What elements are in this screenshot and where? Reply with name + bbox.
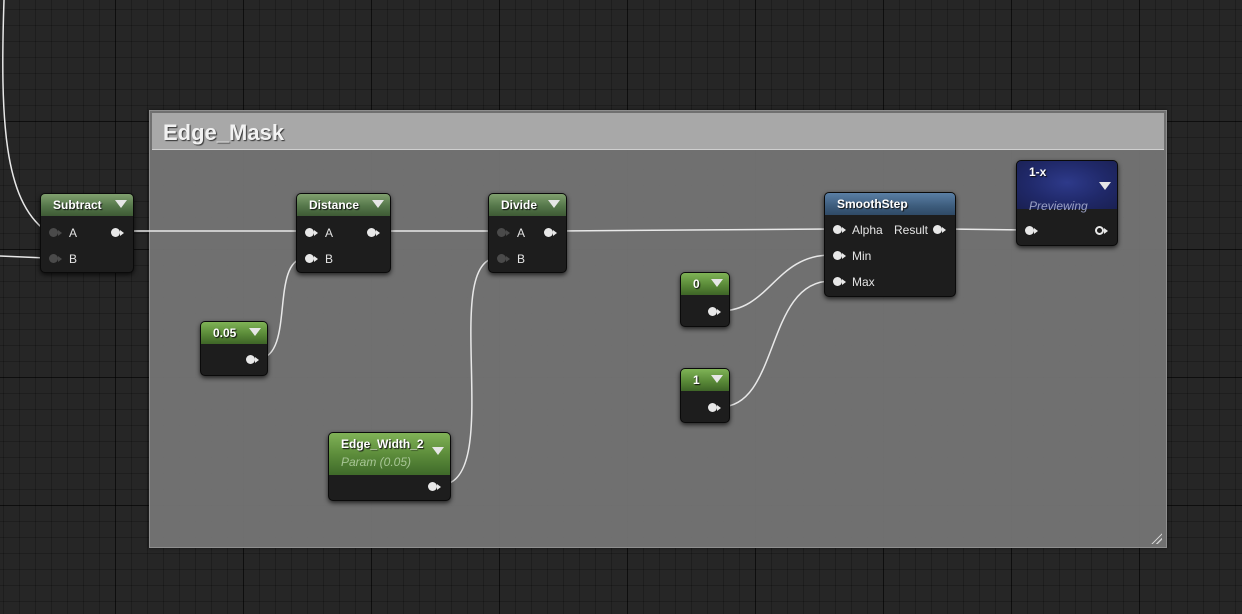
smoothstep-node[interactable]: SmoothStep Alpha Result Min Max — [824, 192, 956, 297]
pin-label-a: A — [325, 226, 334, 240]
constant-node-0-05[interactable]: 0.05 — [200, 321, 268, 376]
pin-label-b: B — [69, 252, 78, 266]
pin-label-alpha: Alpha — [852, 223, 883, 237]
output-pin-result[interactable] — [933, 225, 946, 235]
node-title: Subtract — [53, 198, 102, 212]
node-title: Edge_Width_2 — [341, 437, 424, 451]
chevron-down-icon[interactable] — [1099, 182, 1111, 190]
output-pin[interactable] — [544, 228, 557, 238]
node-title: Divide — [501, 198, 538, 212]
node-title: Distance — [309, 198, 360, 212]
node-title: 1 — [693, 373, 700, 387]
pin-label-a: A — [69, 226, 78, 240]
distance-node[interactable]: Distance A B — [296, 193, 391, 273]
chevron-down-icon[interactable] — [548, 200, 560, 208]
chevron-down-icon[interactable] — [249, 328, 261, 336]
pin-label-max: Max — [852, 275, 875, 289]
input-pin-a[interactable] — [497, 228, 510, 238]
comment-header[interactable]: Edge_Mask — [152, 113, 1164, 150]
input-pin[interactable] — [1025, 226, 1038, 236]
chevron-down-icon[interactable] — [372, 200, 384, 208]
constant-node-0[interactable]: 0 — [680, 272, 730, 327]
comment-box-edge-mask[interactable]: Edge_Mask — [149, 110, 1167, 548]
output-pin[interactable] — [708, 403, 721, 413]
output-pin[interactable] — [111, 228, 124, 238]
output-pin[interactable] — [708, 307, 721, 317]
pin-label-result: Result — [894, 223, 929, 237]
input-pin-a[interactable] — [305, 228, 318, 238]
chevron-down-icon[interactable] — [432, 447, 444, 455]
input-pin-max[interactable] — [833, 277, 846, 287]
chevron-down-icon[interactable] — [711, 279, 723, 287]
output-pin[interactable] — [246, 355, 259, 365]
previewing-label: Previewing — [1029, 199, 1088, 213]
node-title: 0 — [693, 277, 700, 291]
input-pin-b[interactable] — [49, 254, 62, 264]
input-pin-b[interactable] — [305, 254, 318, 264]
node-title: 1-x — [1029, 165, 1047, 179]
pin-label-min: Min — [852, 249, 872, 263]
output-pin[interactable] — [367, 228, 380, 238]
input-pin-alpha[interactable] — [833, 225, 846, 235]
pin-label-b: B — [325, 252, 334, 266]
pin-label-a: A — [517, 226, 526, 240]
divide-node[interactable]: Divide A B — [488, 193, 567, 273]
chevron-down-icon[interactable] — [115, 200, 127, 208]
parameter-node-edge-width[interactable]: Edge_Width_2 Param (0.05) — [328, 432, 451, 501]
output-pin[interactable] — [428, 482, 441, 492]
comment-title: Edge_Mask — [163, 120, 285, 145]
input-pin-a[interactable] — [49, 228, 62, 238]
input-pin-b[interactable] — [497, 254, 510, 264]
node-title: 0.05 — [213, 326, 237, 340]
chevron-down-icon[interactable] — [711, 375, 723, 383]
constant-node-1[interactable]: 1 — [680, 368, 730, 423]
node-title: SmoothStep — [837, 197, 908, 211]
resize-handle-icon[interactable] — [1150, 532, 1162, 544]
pin-label-b: B — [517, 252, 526, 266]
one-minus-node[interactable]: 1-x Previewing — [1016, 160, 1118, 246]
input-pin-min[interactable] — [833, 251, 846, 261]
node-subtitle: Param (0.05) — [341, 455, 412, 469]
output-pin[interactable] — [1095, 226, 1108, 236]
subtract-node[interactable]: Subtract A B — [40, 193, 134, 273]
